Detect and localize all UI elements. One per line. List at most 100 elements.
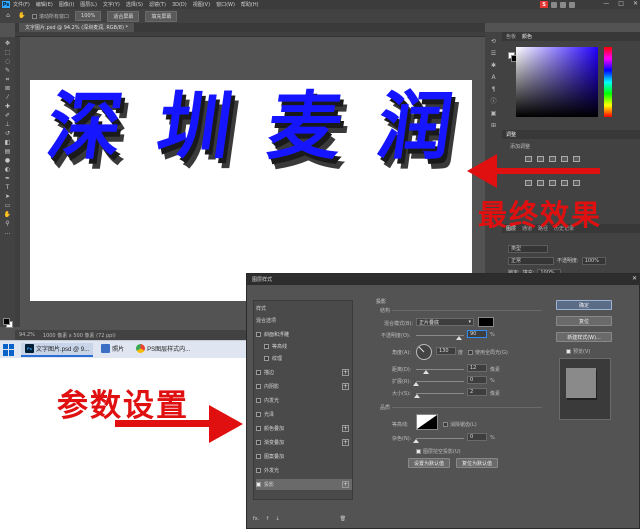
- checkbox-icon[interactable]: [264, 356, 269, 361]
- gradient-tool-icon[interactable]: ▤: [4, 148, 12, 155]
- contour-picker[interactable]: [416, 414, 438, 430]
- glyphs-icon[interactable]: ⊞: [490, 122, 498, 129]
- settings-icon[interactable]: [569, 1, 575, 8]
- style-item-bevel[interactable]: 斜面和浮雕: [256, 329, 352, 340]
- menu-window[interactable]: 窗口(W): [216, 1, 235, 8]
- shape-tool-icon[interactable]: ▭: [4, 202, 12, 209]
- path-select-tool-icon[interactable]: ➤: [4, 193, 12, 200]
- opacity-slider-knob[interactable]: [456, 336, 463, 340]
- document-tab[interactable]: 文字图片.psd @ 94.2% (深圳麦润, RGB/8) *: [19, 23, 135, 32]
- antialias-checkbox[interactable]: 消除锯齿(L): [443, 421, 477, 428]
- fx-icon[interactable]: fx.: [253, 516, 259, 522]
- exposure-icon[interactable]: [561, 156, 568, 162]
- menu-image[interactable]: 图像(I): [59, 1, 74, 8]
- hand-tool-icon-2[interactable]: ✋: [4, 211, 12, 218]
- keyboard-icon[interactable]: [551, 1, 557, 8]
- checkbox-icon[interactable]: [256, 440, 261, 445]
- blend-mode-select[interactable]: 正片叠底 ▾: [416, 318, 474, 326]
- spread-slider-track[interactable]: [416, 381, 464, 382]
- shadow-color-swatch[interactable]: [478, 317, 494, 327]
- clone-stamp-tool-icon[interactable]: ⊥: [4, 121, 12, 128]
- noise-slider-track[interactable]: [416, 438, 464, 439]
- add-style-plus-icon[interactable]: +: [342, 383, 349, 390]
- add-style-plus-icon[interactable]: +: [342, 425, 349, 432]
- history-brush-tool-icon[interactable]: ↺: [4, 130, 12, 137]
- blend-options-item[interactable]: 混合选项: [256, 315, 352, 326]
- minimize-button[interactable]: —: [603, 0, 609, 7]
- size-slider-track[interactable]: [416, 393, 464, 394]
- document-canvas[interactable]: 深 圳 麦 润: [30, 80, 472, 301]
- tab-color[interactable]: 颜色: [522, 33, 532, 40]
- layer-opacity-value[interactable]: 100%: [581, 256, 606, 265]
- checkbox-icon[interactable]: [256, 332, 261, 337]
- zoom-100-button[interactable]: 100%: [75, 11, 102, 21]
- character-icon[interactable]: A: [490, 74, 498, 81]
- lasso-tool-icon[interactable]: ◌: [4, 58, 12, 65]
- move-down-icon[interactable]: ↓: [276, 516, 280, 522]
- posterize-icon[interactable]: [537, 180, 544, 186]
- curves-icon[interactable]: [549, 156, 556, 162]
- tab-swatches[interactable]: 色板: [506, 33, 516, 40]
- reset-default-button[interactable]: 复位为默认值: [456, 458, 498, 468]
- menu-type[interactable]: 文字(Y): [103, 1, 120, 8]
- color-picker-field[interactable]: [516, 47, 598, 117]
- zoom-readout[interactable]: 94.2%: [19, 332, 35, 338]
- style-item-gradient-overlay[interactable]: 渐变叠加 +: [256, 437, 352, 448]
- fill-screen-button[interactable]: 填充屏幕: [145, 10, 178, 22]
- checkbox-icon[interactable]: [256, 370, 261, 375]
- layer-blend-mode[interactable]: 正常: [508, 256, 554, 265]
- ok-button[interactable]: 确定: [556, 300, 612, 310]
- new-style-button[interactable]: 新建样式(W)...: [556, 332, 612, 342]
- menu-help[interactable]: 帮助(H): [241, 1, 259, 8]
- noise-input[interactable]: 0: [467, 433, 487, 441]
- style-item-color-overlay[interactable]: 颜色叠加 +: [256, 423, 352, 434]
- home-icon[interactable]: ⌂: [4, 13, 12, 20]
- noise-slider-knob[interactable]: [413, 439, 419, 443]
- more-tools-icon[interactable]: …: [4, 229, 12, 236]
- checkbox-icon[interactable]: [256, 454, 261, 459]
- windows-start-icon[interactable]: [3, 343, 15, 356]
- layer-kind-filter[interactable]: 类型: [508, 244, 548, 253]
- style-item-inner-glow[interactable]: 内发光: [256, 395, 352, 406]
- threshold-icon[interactable]: [549, 180, 556, 186]
- healing-brush-tool-icon[interactable]: ✚: [4, 103, 12, 110]
- style-item-satin[interactable]: 光泽: [256, 409, 352, 420]
- pen-tool-icon[interactable]: ✒: [4, 175, 12, 182]
- zoom-tool-icon[interactable]: ⚲: [4, 220, 12, 227]
- hue-slider[interactable]: [604, 47, 612, 117]
- menu-file[interactable]: 文件(F): [13, 1, 30, 8]
- style-item-inner-shadow[interactable]: 内阴影 +: [256, 381, 352, 392]
- dodge-tool-icon[interactable]: ◐: [4, 166, 12, 173]
- brightness-icon[interactable]: [525, 156, 532, 162]
- angle-input[interactable]: 130: [436, 347, 456, 355]
- mic-icon[interactable]: [560, 1, 566, 8]
- menu-select[interactable]: 选择(S): [126, 1, 143, 8]
- add-style-plus-icon[interactable]: +: [342, 481, 349, 488]
- invert-icon[interactable]: [525, 180, 532, 186]
- history-icon[interactable]: ⟲: [490, 38, 498, 45]
- close-icon[interactable]: ✕: [632, 275, 637, 282]
- distance-input[interactable]: 12: [467, 364, 487, 372]
- frame-tool-icon[interactable]: ⊠: [4, 85, 12, 92]
- foreground-color-swatch[interactable]: [3, 318, 10, 325]
- quick-select-tool-icon[interactable]: ✎: [4, 67, 12, 74]
- info-icon[interactable]: ⓘ: [490, 98, 498, 105]
- menu-layer[interactable]: 图层(L): [80, 1, 97, 8]
- checkbox-icon[interactable]: [256, 412, 261, 417]
- scroll-all-windows-checkbox[interactable]: 滚动所有窗口: [32, 13, 69, 20]
- global-light-checkbox[interactable]: 使用全局光(G): [468, 349, 508, 356]
- reset-button[interactable]: 复位: [556, 316, 612, 326]
- make-default-button[interactable]: 设置为默认值: [408, 458, 450, 468]
- eyedropper-tool-icon[interactable]: ⁄: [4, 94, 12, 101]
- sogou-input-icon[interactable]: S: [540, 1, 548, 8]
- gradient-map-icon[interactable]: [573, 180, 580, 186]
- checkbox-icon[interactable]: [256, 468, 261, 473]
- style-item-stroke[interactable]: 描边 +: [256, 367, 352, 378]
- properties-icon[interactable]: ☰: [490, 50, 498, 57]
- layer-comps-icon[interactable]: ▣: [490, 110, 498, 117]
- checkbox-checked-icon[interactable]: [256, 482, 261, 487]
- angle-dial[interactable]: [416, 344, 432, 360]
- distance-slider-knob[interactable]: [423, 370, 429, 374]
- blur-tool-icon[interactable]: ●: [4, 157, 12, 164]
- vibrance-icon[interactable]: [573, 156, 580, 162]
